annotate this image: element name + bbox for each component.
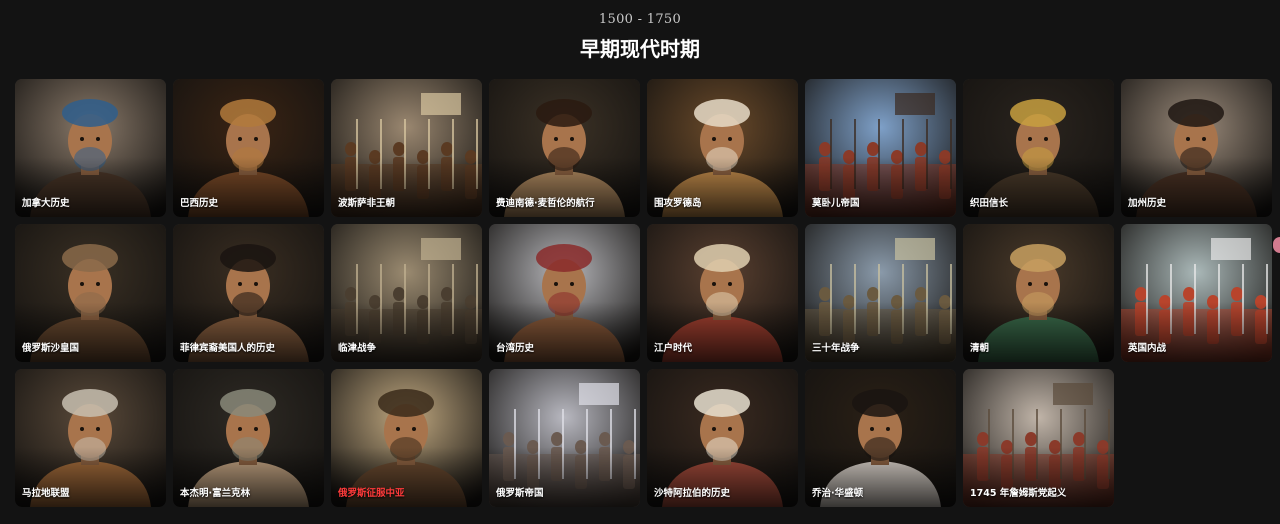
topic-card-label: 加州历史 (1128, 198, 1167, 209)
topic-card-label: 加拿大历史 (22, 198, 70, 209)
topic-card-label: 巴西历史 (180, 198, 219, 209)
page-header: 1500 - 1750 早期现代时期 (0, 12, 1280, 62)
topic-card-label: 三十年战争 (812, 343, 860, 354)
topic-card-label: 费迪南德·麦哲伦的航行 (496, 198, 595, 209)
topic-card-label: 马拉地联盟 (22, 488, 70, 499)
topic-card[interactable]: 费迪南德·麦哲伦的航行 (489, 79, 640, 217)
topic-card-label: 清朝 (970, 343, 990, 354)
topic-card[interactable]: 英国内战 (1121, 224, 1272, 362)
page-title: 早期现代时期 (580, 37, 700, 61)
topic-card[interactable]: 加州历史 (1121, 79, 1272, 217)
topic-card[interactable]: 江户时代 (647, 224, 798, 362)
topic-card-label: 英国内战 (1128, 343, 1167, 354)
topic-grid: 加拿大历史 巴西历史 波斯萨非王朝 费迪南德·麦哲伦的航行 围攻罗德岛 莫卧儿帝国 织田信长… (15, 79, 1272, 507)
topic-card[interactable]: 乔治·华盛顿 (805, 369, 956, 507)
topic-card[interactable]: 围攻罗德岛 (647, 79, 798, 217)
topic-card-label: 俄罗斯征服中亚 (338, 488, 405, 499)
period-range: 1500 - 1750 (598, 12, 682, 27)
topic-card-label: 台湾历史 (496, 343, 535, 354)
topic-card[interactable]: 菲律宾裔美国人的历史 (173, 224, 324, 362)
topic-card[interactable]: 波斯萨非王朝 (331, 79, 482, 217)
topic-card[interactable]: 加拿大历史 (15, 79, 166, 217)
topic-card[interactable]: 莫卧儿帝国 (805, 79, 956, 217)
topic-card[interactable]: 织田信长 (963, 79, 1114, 217)
topic-card[interactable]: 马拉地联盟 (15, 369, 166, 507)
topic-card-label: 沙特阿拉伯的历史 (654, 488, 731, 499)
topic-card-label: 俄罗斯帝国 (496, 488, 544, 499)
topic-card[interactable]: 1745 年詹姆斯党起义 (963, 369, 1114, 507)
topic-card-label: 临津战争 (338, 343, 377, 354)
topic-card-label: 围攻罗德岛 (654, 198, 702, 209)
topic-card-label: 莫卧儿帝国 (812, 198, 860, 209)
topic-card-label: 1745 年詹姆斯党起义 (970, 488, 1067, 499)
topic-card[interactable]: 俄罗斯帝国 (489, 369, 640, 507)
topic-card-label: 俄罗斯沙皇国 (22, 343, 80, 354)
topic-card[interactable]: 清朝 (963, 224, 1114, 362)
topic-card[interactable]: 本杰明·富兰克林 (173, 369, 324, 507)
topic-card[interactable]: 俄罗斯沙皇国 (15, 224, 166, 362)
topic-card[interactable]: 巴西历史 (173, 79, 324, 217)
topic-card-label: 本杰明·富兰克林 (180, 488, 251, 499)
topic-card-label: 江户时代 (654, 343, 693, 354)
topic-card-label: 菲律宾裔美国人的历史 (180, 343, 276, 354)
topic-card[interactable]: 临津战争 (331, 224, 482, 362)
topic-card[interactable]: 三十年战争 (805, 224, 956, 362)
topic-card[interactable]: 俄罗斯征服中亚 (331, 369, 482, 507)
topic-card-label: 乔治·华盛顿 (812, 488, 864, 499)
topic-card[interactable]: 台湾历史 (489, 224, 640, 362)
topic-card-label: 织田信长 (970, 198, 1009, 209)
scroll-indicator[interactable] (1273, 237, 1280, 253)
topic-card[interactable]: 沙特阿拉伯的历史 (647, 369, 798, 507)
topic-card-label: 波斯萨非王朝 (338, 198, 396, 209)
